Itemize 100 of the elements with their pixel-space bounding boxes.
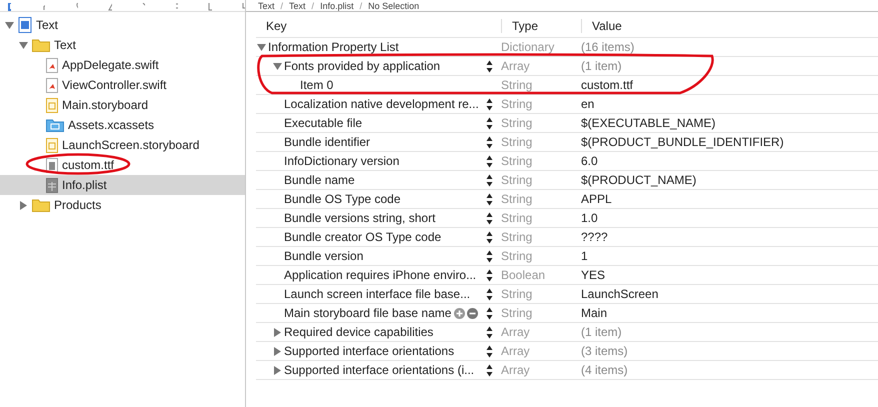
value-cell-text: 1.0 [581,211,599,225]
property-row[interactable]: Supported interface orientations (i... Array (4 items) [256,361,878,380]
property-row[interactable]: Executable file String $(EXECUTABLE_NAME) [256,114,878,133]
stepper-icon[interactable] [486,268,493,282]
property-row[interactable]: InfoDictionary version String 6.0 [256,152,878,171]
type-cell-text: Array [501,344,531,358]
remove-row-icon[interactable] [467,308,478,318]
stepper-icon[interactable] [486,250,493,262]
project-file-icon [18,17,32,33]
navigator-item[interactable]: Text [0,15,245,35]
type-cell-text: String [501,211,534,225]
expanded-triangle-icon[interactable] [272,62,282,70]
stepper-icon[interactable] [486,364,493,376]
type-cell-text: String [501,287,534,301]
property-row[interactable]: Fonts provided by application Array (1 item) [256,57,878,76]
navigator-item[interactable]: Products [0,195,245,215]
column-header[interactable]: Key [256,19,501,33]
type-cell-text: String [501,97,534,111]
file-name: Text [36,18,58,32]
value-cell-text: (3 items) [581,344,629,358]
value-cell-text: Main [581,306,608,320]
stepper-icon[interactable] [486,212,493,224]
add-row-icon[interactable] [454,308,465,318]
breadcrumb-separator: / [280,0,284,10]
type-cell-text: String [501,306,534,320]
expanded-triangle-icon[interactable] [18,40,28,50]
stepper-icon[interactable] [486,306,493,320]
value-cell-text: (1 item) [581,59,623,73]
navigator-item[interactable]: Assets.xcassets [0,115,245,135]
value-cell-text: $(PRODUCT_NAME) [581,173,698,187]
stepper-icon[interactable] [486,116,493,130]
value-cell-text: LaunchScreen [581,287,660,301]
navigator-item[interactable]: Text [0,35,245,55]
navigator-item[interactable]: AppDelegate.swift [0,55,245,75]
breadcrumb-item[interactable]: No Selection [368,0,420,10]
navigator-item[interactable]: custom.ttf [0,155,245,175]
value-cell-text: APPL [581,192,613,206]
stepper-icon[interactable] [486,344,493,358]
stepper-icon[interactable] [486,98,493,110]
property-row[interactable]: Bundle identifier String $(PRODUCT_BUNDLE_IDENTIFIER) [256,133,878,152]
value-cell-text: en [581,97,596,111]
stepper-icon[interactable] [486,136,493,148]
type-cell-text: String [501,249,534,263]
property-row[interactable]: Application requires iPhone enviro... Boolean YES [256,266,878,285]
stepper-icon[interactable] [486,192,493,206]
key-cell-text: Bundle version [284,249,364,263]
navigator-item[interactable]: Info.plist [0,175,245,195]
collapsed-triangle-icon[interactable] [272,328,282,336]
stepper-icon[interactable] [486,154,493,168]
key-cell: Main storyboard file base name [284,306,452,320]
column-header[interactable]: Value [581,19,878,33]
type-cell-text: String [501,154,534,168]
key-cell-text: Bundle identifier [284,135,372,149]
value-cell-text: $(PRODUCT_BUNDLE_IDENTIFIER) [581,135,785,149]
value-cell-text: (16 items) [581,40,636,54]
type-cell-text: String [501,192,534,206]
property-row[interactable]: Bundle OS Type code String APPL [256,190,878,209]
stepper-icon[interactable] [486,174,493,186]
stepper-icon[interactable] [486,288,493,300]
value-cell-text: 1 [581,249,589,263]
breadcrumb-item[interactable]: Info.plist [320,0,354,10]
stepper-icon[interactable] [486,230,493,244]
stepper-icon[interactable] [486,326,493,338]
property-row[interactable]: Main storyboard file base name String Main [256,304,878,323]
property-row[interactable]: Supported interface orientations Array (3 items) [256,342,878,361]
property-row[interactable]: Item 0 String custom.ttf [256,76,878,95]
property-row[interactable]: Required device capabilities Array (1 item) [256,323,878,342]
property-row[interactable]: Localization native development re... String en [256,95,878,114]
key-cell-text: Supported interface orientations (i... [284,363,476,377]
breadcrumb-item[interactable]: Text [258,0,275,10]
breadcrumb-item[interactable]: Text [289,0,306,10]
property-row[interactable]: Information Property List Dictionary (16 items) [256,38,878,57]
value-cell-text: ???? [581,230,609,244]
type-cell-text: Array [501,325,531,339]
file-name: Info.plist [62,178,107,192]
property-row[interactable]: Launch screen interface file base... String LaunchScreen [256,285,878,304]
property-row[interactable]: Bundle creator OS Type code String ???? [256,228,878,247]
key-cell-text: Item 0 [300,78,334,92]
value-cell-text: $(EXECUTABLE_NAME) [581,116,716,130]
breadcrumb-separator: / [360,0,362,10]
navigator-item[interactable]: ViewController.swift [0,75,245,95]
collapsed-triangle-icon[interactable] [272,366,282,374]
expanded-triangle-icon[interactable] [4,20,14,30]
property-row[interactable]: Bundle version String 1 [256,247,878,266]
column-header[interactable]: Type [501,19,581,33]
property-row[interactable]: Bundle versions string, short String 1.0 [256,209,878,228]
navigator-item[interactable]: LaunchScreen.storyboard [0,135,245,155]
value-cell-text: YES [581,268,606,282]
expanded-triangle-icon[interactable] [256,42,266,52]
key-cell-text: Launch screen interface file base... [284,287,472,301]
key-cell-text: Required device capabilities [284,325,434,339]
collapsed-triangle-icon[interactable] [272,346,282,356]
stepper-icon[interactable] [486,60,493,72]
collapsed-triangle-icon[interactable] [18,200,28,210]
table-file-icon [46,178,58,192]
file-name: custom.ttf [62,158,114,172]
swift-file-icon [46,78,58,92]
property-row[interactable]: Bundle name String $(PRODUCT_NAME) [256,171,878,190]
key-cell-text: Supported interface orientations [284,344,456,358]
navigator-item[interactable]: Main.storyboard [0,95,245,115]
